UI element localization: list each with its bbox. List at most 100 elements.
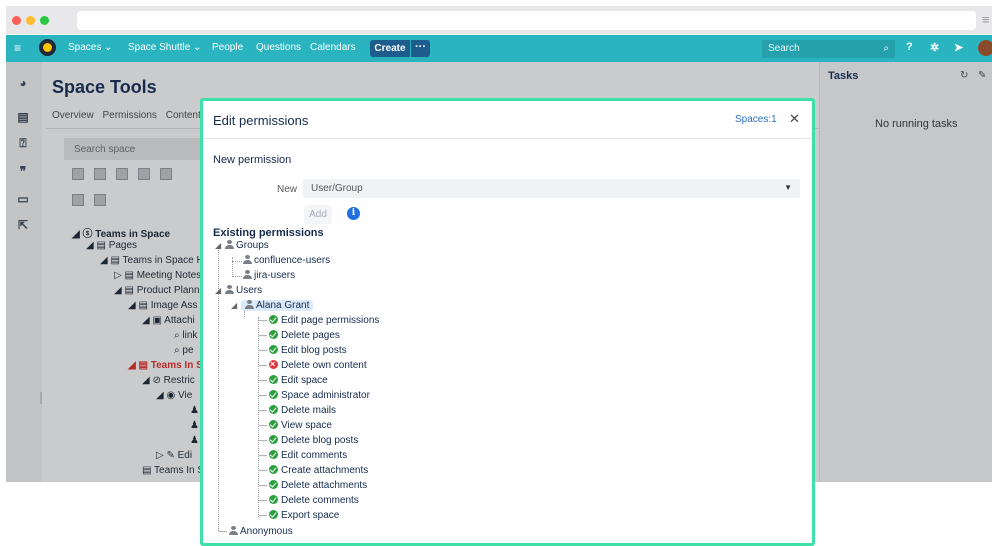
external-link-icon[interactable]: ⇱ <box>16 218 30 232</box>
tree-connector: — <box>259 466 267 475</box>
tree-item[interactable]: ◢ ▤ Product Plann <box>114 285 200 296</box>
tree-item[interactable]: ◢ ⊘ Restric <box>142 375 195 386</box>
permission-item[interactable]: — Export space <box>259 509 339 523</box>
create-more-button[interactable]: ··· <box>411 40 430 57</box>
toolbar-list-icon[interactable] <box>138 168 150 180</box>
toolbar-file-icon[interactable] <box>94 194 106 206</box>
tree-connector: — <box>259 316 267 325</box>
tab-overview[interactable]: Overview <box>52 110 94 121</box>
user-icon: ♟ <box>190 405 199 416</box>
tree-item[interactable]: ◢ ▤ Image Ass <box>128 300 197 311</box>
user-icon <box>225 285 234 294</box>
tree-item[interactable]: ◢ ◉ Vie <box>156 390 192 401</box>
group-item[interactable]: confluence-users <box>243 254 330 268</box>
group-item[interactable]: jira-users <box>243 269 295 283</box>
groups-node[interactable]: ◢ Groups <box>215 239 269 253</box>
permission-label: View space <box>281 420 332 431</box>
tree-item[interactable]: ◢ ▤ Pages <box>86 240 137 251</box>
tree-item[interactable]: ▷ ✎ Edi <box>156 450 192 461</box>
users-node[interactable]: ◢ Users <box>215 284 262 298</box>
permission-item[interactable]: — Space administrator <box>259 389 370 403</box>
toolbar-grid-icon[interactable] <box>160 168 172 180</box>
permission-item[interactable]: — Create attachments <box>259 464 368 478</box>
tree-item[interactable]: ◢ ▣ Attachi <box>142 315 195 326</box>
quotes-icon[interactable]: ❞ <box>16 164 30 178</box>
notifications-icon[interactable]: ➤ <box>954 41 963 54</box>
add-button[interactable]: Add <box>304 205 332 224</box>
browser-menu-icon[interactable]: ≡ <box>982 12 990 27</box>
questions-icon[interactable]: ⍰ <box>16 136 30 150</box>
tree-connector: — <box>259 376 267 385</box>
user-group-select[interactable]: User/Group ▼ <box>303 179 800 198</box>
close-icon[interactable]: ✕ <box>789 111 800 127</box>
granted-check-icon <box>269 480 278 489</box>
permission-item[interactable]: — Delete pages <box>259 329 340 343</box>
tree-item[interactable]: ◢ ▤ Teams in Space H <box>100 255 204 266</box>
tree-item[interactable]: ◢ ▤ Teams In S <box>128 360 203 371</box>
space-logo-icon[interactable]: ◕ <box>16 76 30 90</box>
permission-item[interactable]: — Edit page permissions <box>259 314 379 328</box>
tree-item[interactable]: ▷ ▤ Meeting Notes <box>114 270 201 281</box>
tab-content[interactable]: Content <box>166 110 201 121</box>
tree-item[interactable]: ◢ ⓢ Teams in Space <box>72 225 170 240</box>
toolbar-add-icon[interactable] <box>94 168 106 180</box>
menu-icon[interactable]: ≡ <box>14 41 21 55</box>
edit-permissions-dialog: Edit permissions Spaces:1 ✕ New permissi… <box>200 98 815 546</box>
permission-item[interactable]: — Delete comments <box>259 494 359 508</box>
settings-icon[interactable]: ✲ <box>930 41 939 54</box>
toolbar-refresh-icon[interactable] <box>72 168 84 180</box>
user-icon <box>245 300 254 309</box>
tree-connector: — <box>259 496 267 505</box>
nav-people[interactable]: People <box>212 42 243 53</box>
permission-item[interactable]: — Edit space <box>259 374 328 388</box>
granted-check-icon <box>269 510 278 519</box>
page-title: Space Tools <box>52 77 157 97</box>
granted-check-icon <box>269 345 278 354</box>
edit-icon[interactable]: ✎ <box>978 70 986 81</box>
permission-item[interactable]: — Delete attachments <box>259 479 367 493</box>
avatar[interactable] <box>978 40 992 56</box>
maximize-window-icon[interactable] <box>40 16 49 25</box>
tree-connector: — <box>259 511 267 520</box>
calendar-icon[interactable]: ▭ <box>16 192 30 206</box>
group-icon <box>225 240 234 249</box>
nav-questions[interactable]: Questions <box>256 42 301 53</box>
tree-connector: — <box>259 406 267 415</box>
anonymous-node[interactable]: — Anonymous <box>219 525 293 539</box>
info-icon[interactable]: i <box>347 207 360 220</box>
refresh-icon[interactable]: ↻ <box>960 70 968 81</box>
granted-check-icon <box>269 390 278 399</box>
permission-label: Edit comments <box>281 450 348 461</box>
permission-item[interactable]: — Delete own content <box>259 357 367 373</box>
close-window-icon[interactable] <box>12 16 21 25</box>
help-icon[interactable]: ? <box>906 41 913 53</box>
tree-item[interactable]: ⌕ link <box>174 330 197 341</box>
permission-item[interactable]: — Delete blog posts <box>259 434 358 448</box>
sidebar-resize-handle[interactable] <box>40 392 42 404</box>
search-input[interactable]: Search ⌕ <box>762 40 895 58</box>
nav-calendars[interactable]: Calendars <box>310 42 356 53</box>
spaces-link[interactable]: Spaces:1 <box>735 114 777 125</box>
tab-permissions[interactable]: Permissions <box>102 110 156 121</box>
pages-icon[interactable]: ▤ <box>16 110 30 124</box>
permission-label: Delete blog posts <box>281 435 359 446</box>
user-node-alana-grant[interactable]: ◢ Alana Grant <box>231 299 314 313</box>
granted-check-icon <box>269 495 278 504</box>
tree-item[interactable]: ▤ Teams In S <box>142 465 204 476</box>
nav-space-shuttle[interactable]: Space Shuttle ⌄ <box>128 42 201 53</box>
tree-item[interactable]: ⌕ pe <box>174 345 194 356</box>
toolbar-image-icon[interactable] <box>72 194 84 206</box>
minimize-window-icon[interactable] <box>26 16 35 25</box>
confluence-logo-icon[interactable] <box>39 39 56 56</box>
create-button[interactable]: Create <box>370 40 410 57</box>
permission-label: Export space <box>281 510 340 521</box>
permission-item[interactable]: — Edit blog posts <box>259 344 347 358</box>
granted-check-icon <box>269 465 278 474</box>
nav-spaces[interactable]: Spaces ⌄ <box>68 42 113 53</box>
permission-item[interactable]: — Delete mails <box>259 404 336 418</box>
permission-item[interactable]: — Edit comments <box>259 449 347 463</box>
search-space-input[interactable]: Search space <box>64 138 204 160</box>
address-bar[interactable] <box>77 11 976 30</box>
toolbar-copy-icon[interactable] <box>116 168 128 180</box>
permission-item[interactable]: — View space <box>259 419 332 433</box>
